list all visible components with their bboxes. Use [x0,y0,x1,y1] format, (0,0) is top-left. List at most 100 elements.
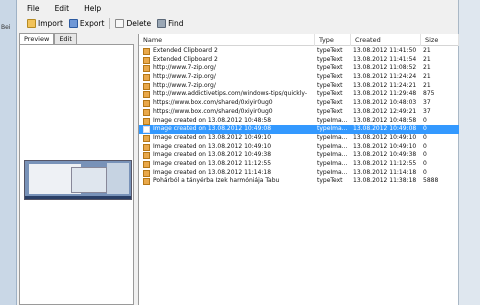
clip-item-icon [143,160,150,168]
cell-created: 13.08.2012 11:12:55 [353,159,417,167]
cell-size: 0 [423,116,427,124]
cell-type: typeText [317,107,343,115]
table-row[interactable]: Image created on 13.08.2012 10:49:08 type… [139,125,459,134]
clipboard-list: Name Type Created Size Extended Clipboar… [138,34,459,305]
list-header: Name Type Created Size [139,34,459,46]
find-button[interactable]: Find [154,17,186,30]
import-icon [27,19,36,28]
clip-item-icon [143,134,150,142]
clip-item-icon [143,108,150,116]
cell-size: 0 [423,142,427,150]
cell-size: 0 [423,151,427,159]
cell-created: 13.08.2012 11:41:54 [353,55,417,63]
cell-type: typeIma... [317,159,348,167]
table-row[interactable]: http://www.7-zip.org/typeText 13.08.2012 … [139,64,459,73]
cell-size: 5888 [423,177,439,185]
table-row[interactable]: Image created on 13.08.2012 10:49:38 type… [139,151,459,160]
cell-type: typeText [317,81,343,89]
table-row[interactable]: http://www.addictivetips.com/windows-tip… [139,90,459,99]
cell-type: typeText [317,55,343,63]
column-header-created[interactable]: Created [351,34,421,46]
cell-size: 0 [423,125,427,133]
cell-name: Image created on 13.08.2012 10:48:58 [153,116,272,124]
cell-size: 0 [423,159,427,167]
cell-type: typeIma... [317,151,348,159]
column-header-size[interactable]: Size [421,34,459,46]
table-row[interactable]: Image created on 13.08.2012 10:49:10 type… [139,134,459,143]
clipboard-manager-window: File Edit Help Import Export Delete Find… [17,0,459,305]
cell-created: 13.08.2012 10:49:10 [353,133,417,141]
cell-created: 13.08.2012 10:48:03 [353,99,417,107]
export-icon [68,19,78,28]
cell-type: typeIma... [317,116,348,124]
menu-edit[interactable]: Edit [45,3,75,15]
cell-name: https://www.box.com/shared/0xiyir0ug0 [153,99,273,107]
cell-created: 13.08.2012 11:24:21 [353,81,417,89]
cell-size: 21 [423,55,431,63]
cell-name: http://www.7-zip.org/ [153,64,216,72]
cell-size: 875 [423,90,435,98]
cell-type: typeText [317,64,343,72]
cell-type: typeText [317,47,343,54]
clip-item-icon [143,126,150,134]
cell-size: 21 [423,47,431,54]
cell-name: Pohárból a tányérba Izek harmóniája Tabu [153,177,280,185]
table-row[interactable]: Image created on 13.08.2012 10:49:10 type… [139,143,459,152]
cell-name: Image created on 13.08.2012 11:12:55 [153,159,272,167]
cell-created: 13.08.2012 10:49:10 [353,142,417,150]
column-header-name[interactable]: Name [139,34,315,46]
delete-button[interactable]: Delete [112,17,154,30]
find-icon [157,19,167,28]
cell-name: http://www.addictivetips.com/windows-tip… [153,90,308,98]
menu-file[interactable]: File [17,3,45,15]
table-row[interactable]: https://www.box.com/shared/0xiyir0ug0 typ… [139,99,459,108]
toolbar-separator [109,18,111,29]
delete-icon [115,19,125,28]
menu-bar: File Edit Help [17,3,106,15]
clip-item-icon [143,65,150,73]
cell-created: 13.08.2012 11:29:48 [353,90,417,98]
delete-label: Delete [126,19,152,28]
import-button[interactable]: Import [24,17,66,30]
toolbar: Import Export Delete Find [17,16,458,31]
cell-name: Image created on 13.08.2012 11:14:18 [153,168,272,176]
clip-item-icon [143,178,150,186]
export-button[interactable]: Export [66,17,108,30]
clip-item-icon [143,169,150,177]
table-row[interactable]: http://www.7-zip.org/typeText 13.08.2012 … [139,82,459,91]
menu-help[interactable]: Help [74,3,106,15]
import-label: Import [38,19,63,28]
clip-item-icon [143,117,150,125]
table-row[interactable]: Extended Clipboard 2 typeText 13.08.2012 1… [139,56,459,65]
column-header-type[interactable]: Type [315,34,351,46]
table-row[interactable]: Image created on 13.08.2012 11:14:18 type… [139,169,459,178]
table-row[interactable]: Pohárból a tányérba Izek harmóniája Tabu… [139,177,459,186]
cell-size: 0 [423,168,427,176]
clip-item-icon [143,91,150,99]
clip-item-icon [143,48,150,55]
clip-item-icon [143,152,150,160]
cell-created: 13.08.2012 11:41:50 [353,47,417,54]
table-row[interactable]: http://www.7-zip.org/typeText 13.08.2012 … [139,73,459,82]
cell-name: Image created on 13.08.2012 10:49:38 [153,151,272,159]
cell-created: 13.08.2012 12:49:21 [353,107,417,115]
cell-size: 21 [423,73,431,81]
table-row[interactable]: Extended Clipboard 2 typeText 13.08.2012 1… [139,47,459,56]
cell-name: Image created on 13.08.2012 10:49:10 [153,142,272,150]
table-row[interactable]: Image created on 13.08.2012 11:12:55 type… [139,160,459,169]
cell-name: https://www.box.com/shared/0xiyir0ug0 [153,107,273,115]
cell-name: http://www.7-zip.org/ [153,81,216,89]
table-row[interactable]: https://www.box.com/shared/0xiyir0ug0 typ… [139,108,459,117]
cell-name: Image created on 13.08.2012 10:49:08 [153,125,272,133]
clip-item-icon [143,82,150,90]
table-row[interactable]: Image created on 13.08.2012 10:48:58 type… [139,117,459,126]
preview-pane: Preview Edit [17,33,136,305]
cell-type: typeIma... [317,168,348,176]
tab-edit[interactable]: Edit [54,33,77,44]
find-label: Find [168,19,184,28]
cell-type: typeIma... [317,125,348,133]
list-rows: Extended Clipboard 2 typeText 13.08.2012 1… [139,47,459,186]
cell-name: Extended Clipboard 2 [153,55,218,63]
desktop-background-strip: Bei [0,0,17,305]
clip-item-icon [143,56,150,64]
